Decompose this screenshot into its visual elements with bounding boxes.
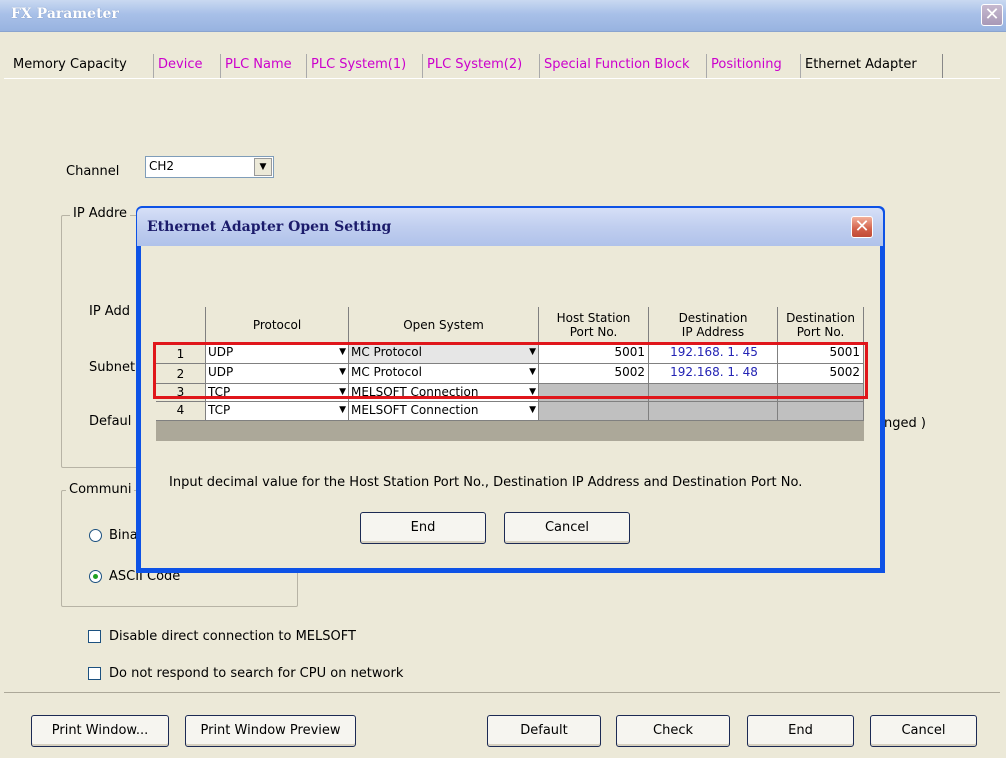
column-header-dest-port: Destination Port No.: [778, 307, 864, 343]
dest-port-field[interactable]: 5002: [778, 364, 864, 384]
print-preview-button[interactable]: Print Window Preview: [185, 715, 356, 747]
protocol-select[interactable]: UDP ▼: [206, 344, 349, 364]
dest-ip-header-line1: Destination: [678, 310, 748, 325]
host-port-field: [539, 384, 649, 402]
binary-label: Bina: [109, 528, 138, 543]
end-button[interactable]: End: [747, 715, 854, 747]
tab-plc-name[interactable]: PLC Name: [220, 54, 296, 78]
dialog-title: Ethernet Adapter Open Setting: [147, 219, 392, 235]
main-title-bar: [0, 0, 1006, 32]
host-port-field: [539, 402, 649, 421]
open-setting-table: Protocol Open System Host Station Port N…: [156, 307, 864, 441]
protocol-value: UDP: [208, 345, 234, 359]
tab-special-function-block[interactable]: Special Function Block: [539, 54, 694, 78]
table-corner: [156, 307, 206, 343]
dest-port-field: [778, 402, 864, 421]
host-port-field[interactable]: 5002: [539, 364, 649, 384]
tab-plc-system-2[interactable]: PLC System(2): [422, 54, 526, 78]
column-header-open-system: Open System: [349, 307, 539, 343]
window-title: FX Parameter: [11, 6, 119, 22]
window-close-icon[interactable]: ✕: [981, 4, 1003, 26]
binary-radio[interactable]: [89, 529, 102, 542]
footer-divider: [4, 692, 1000, 693]
dest-port-header-line1: Destination: [786, 310, 855, 325]
dest-port-field[interactable]: 5001: [778, 344, 864, 364]
open-system-select[interactable]: MELSOFT Connection ▼: [349, 402, 539, 421]
column-header-protocol: Protocol: [206, 307, 349, 343]
default-button[interactable]: Default: [487, 715, 601, 747]
channel-label: Channel: [66, 164, 120, 179]
chevron-down-icon[interactable]: ▼: [339, 386, 346, 398]
changed-note: nged ): [884, 416, 926, 431]
chevron-down-icon[interactable]: ▼: [529, 366, 536, 378]
open-system-value: MC Protocol: [351, 345, 422, 359]
protocol-select[interactable]: TCP ▼: [206, 384, 349, 402]
dest-ip-field[interactable]: 192.168. 1. 48: [649, 364, 778, 384]
chevron-down-icon[interactable]: ▼: [339, 404, 346, 416]
dialog-cancel-button[interactable]: Cancel: [504, 512, 630, 544]
dialog-end-button[interactable]: End: [360, 512, 486, 544]
row-number: 1: [156, 344, 206, 364]
dest-ip-header-line2: IP Address: [681, 324, 745, 339]
disable-direct-label: Disable direct connection to MELSOFT: [109, 629, 356, 644]
dest-ip-field[interactable]: 192.168. 1. 45: [649, 344, 778, 364]
dest-ip-field: [649, 384, 778, 402]
subnet-label: Subnet: [89, 360, 136, 375]
row-number: 2: [156, 364, 206, 384]
protocol-select[interactable]: UDP ▼: [206, 364, 349, 384]
column-header-host-port: Host Station Port No.: [539, 307, 649, 343]
chevron-down-icon[interactable]: ▼: [529, 346, 536, 358]
host-port-field[interactable]: 5001: [539, 344, 649, 364]
dialog-note: Input decimal value for the Host Station…: [169, 475, 803, 490]
ascii-radio[interactable]: [89, 570, 102, 583]
check-button[interactable]: Check: [616, 715, 730, 747]
host-port-header-line2: Port No.: [569, 324, 618, 339]
no-respond-label: Do not respond to search for CPU on netw…: [109, 666, 404, 681]
chevron-down-icon[interactable]: ▼: [529, 386, 536, 398]
protocol-value: TCP: [208, 403, 231, 417]
ip-address-label: IP Add: [89, 304, 130, 319]
channel-select[interactable]: CH2 ▼: [145, 156, 274, 178]
tab-positioning[interactable]: Positioning: [706, 54, 786, 78]
open-system-select[interactable]: MELSOFT Connection ▼: [349, 384, 539, 402]
protocol-select[interactable]: TCP ▼: [206, 402, 349, 421]
chevron-down-icon[interactable]: ▼: [339, 366, 346, 378]
channel-value: CH2: [149, 159, 175, 173]
protocol-value: TCP: [208, 385, 231, 399]
chevron-down-icon[interactable]: ▼: [529, 404, 536, 416]
host-port-header-line1: Host Station: [556, 310, 631, 325]
disable-direct-checkbox[interactable]: [88, 630, 101, 643]
column-header-dest-ip: Destination IP Address: [649, 307, 778, 343]
chevron-down-icon[interactable]: ▼: [339, 346, 346, 358]
open-system-value: MELSOFT Connection: [351, 385, 479, 399]
row-number: 3: [156, 384, 206, 402]
tab-memory-capacity[interactable]: Memory Capacity: [9, 54, 131, 78]
tab-ethernet-adapter[interactable]: Ethernet Adapter: [800, 54, 943, 78]
communication-group-label: Communi: [66, 482, 135, 497]
cancel-button[interactable]: Cancel: [870, 715, 977, 747]
tab-device[interactable]: Device: [153, 54, 206, 78]
open-system-select[interactable]: MC Protocol ▼: [349, 344, 539, 364]
dest-port-header-line2: Port No.: [796, 324, 845, 339]
tab-plc-system-1[interactable]: PLC System(1): [306, 54, 410, 78]
chevron-down-icon[interactable]: ▼: [254, 158, 272, 176]
dialog-close-icon[interactable]: ✕: [851, 216, 873, 238]
ip-group-label: IP Addre: [70, 206, 131, 221]
dest-port-field: [778, 384, 864, 402]
protocol-value: UDP: [208, 365, 234, 379]
no-respond-checkbox[interactable]: [88, 667, 101, 680]
dest-ip-field: [649, 402, 778, 421]
default-gateway-label: Defaul: [89, 414, 132, 429]
tab-panel-border: [4, 78, 1000, 79]
row-number: 4: [156, 402, 206, 421]
open-system-value: MC Protocol: [351, 365, 422, 379]
open-system-select[interactable]: MC Protocol ▼: [349, 364, 539, 384]
print-window-button[interactable]: Print Window...: [31, 715, 169, 747]
open-system-value: MELSOFT Connection: [351, 403, 479, 417]
